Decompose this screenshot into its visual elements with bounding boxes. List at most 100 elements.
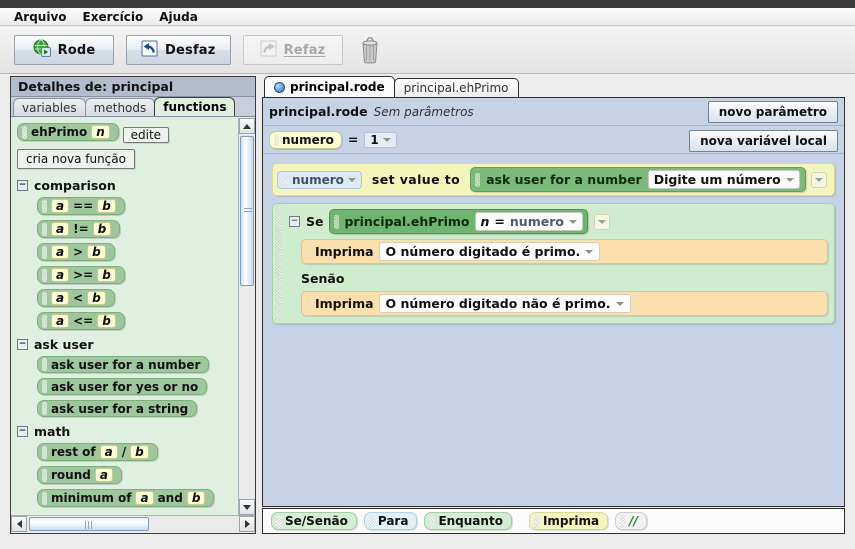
palette-comment-label: //: [629, 514, 638, 528]
function-tile-name: ehPrimo: [31, 125, 88, 139]
scroll-right-button[interactable]: [239, 516, 255, 532]
tile-minimum-of[interactable]: minimum of a and b: [37, 489, 215, 507]
palette-para[interactable]: Para: [363, 512, 418, 530]
run-button-label: Rode: [57, 42, 96, 58]
scroll-up-button[interactable]: [239, 118, 255, 134]
operand-a: a: [51, 314, 70, 328]
tile-lte[interactable]: a <= b: [37, 312, 125, 330]
triangle-up-icon: [243, 123, 251, 129]
operand-a: a: [99, 445, 118, 459]
if-condition-block[interactable]: principal.ehPrimo n = numero: [329, 209, 588, 234]
print-value-chip-else[interactable]: O número digitado não é primo.: [378, 294, 631, 313]
group-label-math: math: [34, 424, 71, 439]
chevron-down-icon[interactable]: [785, 177, 794, 182]
palette-imprima[interactable]: Imprima: [528, 512, 609, 530]
redo-button[interactable]: Refaz: [242, 35, 343, 65]
triangle-right-icon: [244, 520, 250, 528]
block-palette: Se/Senão Para Enquanto Imprima //: [262, 508, 845, 534]
list-item: a >= b: [37, 266, 238, 289]
functions-horizontal-scrollbar[interactable]: [11, 515, 255, 533]
chevron-collapse-icon[interactable]: −: [17, 339, 28, 350]
undo-button-label: Desfaz: [165, 42, 216, 58]
tab-functions[interactable]: functions: [154, 97, 236, 116]
tile-lt[interactable]: a < b: [37, 289, 115, 307]
operand-b: b: [92, 222, 112, 236]
list-item: rest of a / b: [37, 443, 238, 466]
chevron-down-icon[interactable]: [615, 301, 624, 306]
palette-se-senao[interactable]: Se/Senão: [271, 512, 357, 530]
tile-neq[interactable]: a != b: [37, 220, 121, 238]
tile-round[interactable]: round a: [37, 466, 122, 484]
redo-arrow-icon: [260, 40, 277, 61]
functions-list: ehPrimo n edite cria nova função − compa…: [11, 118, 255, 515]
assign-target-chip[interactable]: numero: [277, 170, 362, 189]
chevron-down-icon[interactable]: [382, 137, 391, 142]
code-canvas[interactable]: numero set value to ask user for a numbe…: [263, 155, 844, 506]
horizontal-scroll-thumb[interactable]: [29, 517, 149, 531]
group-header-ask-user[interactable]: − ask user: [17, 337, 238, 352]
create-new-function-button[interactable]: cria nova função: [17, 149, 135, 169]
chevron-down-icon[interactable]: [347, 177, 356, 182]
scroll-down-button[interactable]: [239, 499, 255, 515]
chevron-down-icon[interactable]: [585, 249, 594, 254]
statement-assignment[interactable]: numero set value to ask user for a numbe…: [272, 163, 835, 196]
tile-gt[interactable]: a > b: [37, 243, 115, 261]
assignment-options-dropdown[interactable]: [810, 171, 827, 188]
tile-eq[interactable]: a == b: [37, 197, 125, 215]
group-label-comparison: comparison: [34, 178, 116, 193]
tile-gte[interactable]: a >= b: [37, 266, 125, 284]
statement-print-else[interactable]: Imprima O número digitado não é primo.: [301, 291, 828, 316]
local-variable-value[interactable]: 1: [364, 131, 397, 148]
palette-comment[interactable]: //: [615, 512, 647, 530]
functions-vertical-scrollbar[interactable]: [238, 118, 255, 515]
print-keyword-then: Imprima: [315, 244, 374, 259]
list-item: a == b: [37, 197, 238, 220]
functions-scroll-content: ehPrimo n edite cria nova função − compa…: [11, 118, 238, 515]
menu-exercicio[interactable]: Exercício: [75, 9, 152, 25]
menu-ajuda[interactable]: Ajuda: [151, 9, 206, 25]
trash-can-icon[interactable]: [355, 33, 385, 67]
local-variable-chip[interactable]: numero: [269, 130, 342, 149]
tile-rest-of[interactable]: rest of a / b: [37, 443, 158, 461]
function-tile-ehprimo[interactable]: ehPrimo n: [17, 123, 119, 141]
chevron-collapse-icon[interactable]: −: [17, 180, 28, 191]
tab-methods[interactable]: methods: [84, 98, 156, 116]
chevron-down-icon[interactable]: [568, 219, 577, 224]
undo-button[interactable]: Desfaz: [126, 35, 231, 65]
tab-principal-rode[interactable]: principal.rode: [264, 76, 395, 97]
list-item: ask user for yes or no: [37, 378, 238, 400]
new-local-variable-button[interactable]: nova variável local: [689, 130, 838, 152]
chevron-collapse-icon[interactable]: −: [17, 426, 28, 437]
vertical-scroll-thumb[interactable]: [240, 136, 254, 286]
ask-user-prompt-chip[interactable]: Digite um número: [647, 170, 800, 189]
tile-ask-yes-no[interactable]: ask user for yes or no: [37, 378, 208, 395]
ask-user-for-number-block[interactable]: ask user for a number Digite um número: [470, 167, 806, 192]
print-value-chip-then[interactable]: O número digitado é primo.: [378, 242, 601, 261]
condition-value: numero: [509, 214, 564, 229]
equals-sign: =: [347, 132, 359, 147]
new-parameter-button[interactable]: novo parâmetro: [707, 101, 838, 123]
tab-variables[interactable]: variables: [13, 98, 86, 116]
palette-enquanto[interactable]: Enquanto: [424, 512, 512, 530]
operand-a: a: [94, 468, 113, 482]
grip-icon: [244, 208, 252, 214]
statement-print-then[interactable]: Imprima O número digitado é primo.: [301, 239, 828, 264]
if-options-dropdown[interactable]: [593, 213, 610, 230]
tab-principal-ehprimo[interactable]: principal.ehPrimo: [393, 78, 519, 97]
triangle-down-icon: [243, 504, 251, 510]
scroll-left-button[interactable]: [11, 516, 27, 532]
group-header-math[interactable]: − math: [17, 424, 238, 439]
operand-a: a: [51, 268, 70, 282]
statement-if-else[interactable]: − Se principal.ehPrimo n = numero Imprim…: [272, 203, 835, 324]
tile-ask-string[interactable]: ask user for a string: [37, 400, 198, 417]
chevron-collapse-icon[interactable]: −: [289, 216, 300, 227]
tile-ask-number[interactable]: ask user for a number: [37, 356, 210, 373]
group-header-comparison[interactable]: − comparison: [17, 178, 238, 193]
run-button[interactable]: Rode: [14, 35, 114, 65]
condition-argument-chip[interactable]: n = numero: [474, 212, 583, 231]
print-keyword-else: Imprima: [315, 296, 374, 311]
editor-tab-bar: principal.rode principal.ehPrimo: [262, 76, 845, 97]
menu-arquivo[interactable]: Arquivo: [6, 9, 75, 25]
edit-function-button[interactable]: edite: [122, 126, 170, 143]
print-value-else: O número digitado não é primo.: [385, 296, 611, 311]
